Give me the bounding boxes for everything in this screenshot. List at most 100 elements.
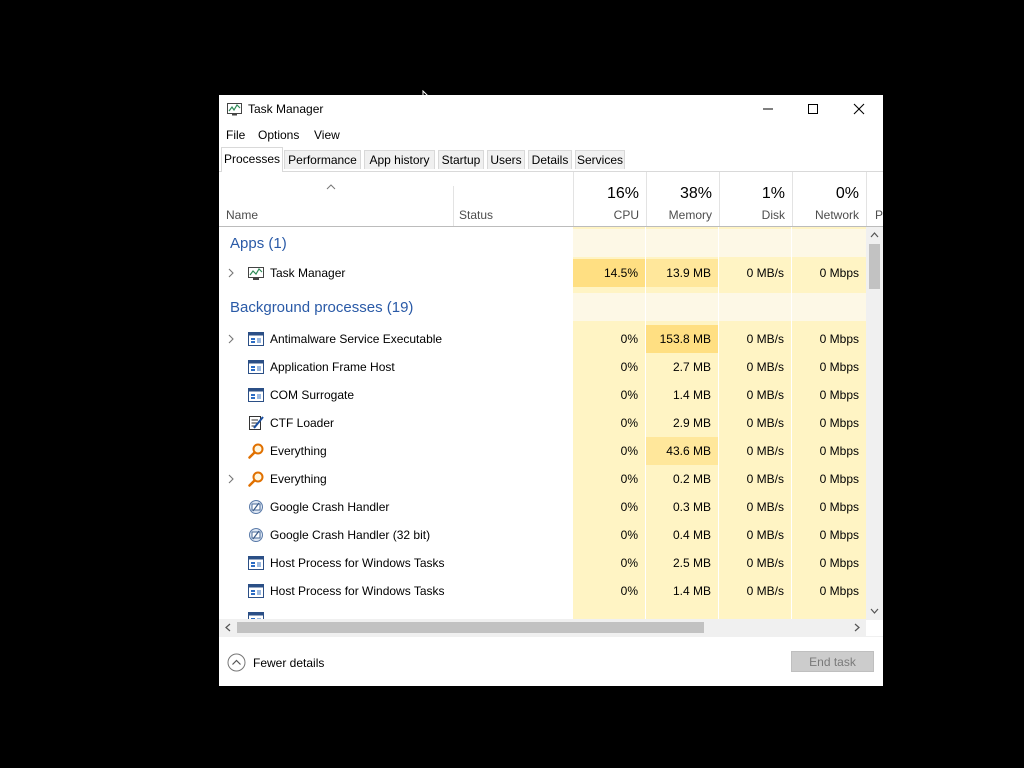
- column-name[interactable]: Name: [226, 208, 258, 222]
- tab-strip: Processes Performance App history Startu…: [219, 147, 883, 172]
- menu-bar: File Options View: [219, 123, 883, 145]
- cell-memory: 2.7 MB: [672, 360, 711, 374]
- scroll-right-icon[interactable]: [854, 623, 860, 632]
- fewer-details-chevron-icon[interactable]: [227, 653, 246, 675]
- tab-processes[interactable]: Processes: [221, 147, 283, 172]
- cell-network: 0 Mbps: [819, 388, 859, 402]
- horizontal-scrollbar[interactable]: [219, 619, 866, 636]
- fewer-details-link[interactable]: Fewer details: [253, 656, 324, 670]
- process-row[interactable]: Host Process for Windows Tasks 0% 1.4 MB 0 …: [219, 577, 866, 605]
- process-row[interactable]: Everything 0% 43.6 MB 0 MB/s 0 Mbps: [219, 437, 866, 465]
- cell-memory: 0.2 MB: [672, 472, 711, 486]
- task-manager-icon: [248, 265, 264, 281]
- magnifier-icon: [248, 443, 264, 459]
- cell-disk: 0 MB/s: [746, 584, 784, 598]
- cell-memory: 2.9 MB: [672, 416, 711, 430]
- cell-network: 0 Mbps: [819, 266, 859, 280]
- group-heat-cell: [719, 293, 791, 321]
- task-manager-icon: [227, 102, 242, 116]
- cell-cpu: 0%: [620, 472, 638, 486]
- tab-services[interactable]: Services: [575, 150, 625, 169]
- process-row[interactable]: Application Frame Host 0% 2.7 MB 0 MB/s 0 Mb…: [219, 353, 866, 381]
- expand-chevron-icon[interactable]: [228, 267, 234, 281]
- tab-performance[interactable]: Performance: [284, 150, 361, 169]
- power-label: P: [875, 208, 883, 222]
- disk-label: Disk: [761, 208, 785, 222]
- column-disk[interactable]: 1% Disk: [719, 172, 792, 226]
- cell-disk: 0 MB/s: [746, 332, 784, 346]
- cell-cpu: 0%: [620, 416, 638, 430]
- tab-app-history[interactable]: App history: [364, 150, 435, 169]
- cell-network: 0 Mbps: [819, 556, 859, 570]
- cell-cpu: 0%: [620, 444, 638, 458]
- process-name: Everything: [270, 444, 327, 458]
- menu-view[interactable]: View: [314, 128, 340, 142]
- cell-disk: 0 MB/s: [746, 556, 784, 570]
- cell-network: 0 Mbps: [819, 360, 859, 374]
- horizontal-scroll-thumb[interactable]: [237, 622, 704, 633]
- process-name: Application Frame Host: [270, 360, 395, 374]
- cell-disk: 0 MB/s: [746, 472, 784, 486]
- cell-cpu: 0%: [620, 584, 638, 598]
- expand-chevron-icon[interactable]: [228, 333, 234, 347]
- task-manager-window: Task Manager File Options View Processes…: [219, 95, 883, 686]
- scroll-left-icon[interactable]: [225, 623, 231, 632]
- title-bar[interactable]: Task Manager: [219, 95, 883, 123]
- process-row[interactable]: COM Surrogate 0% 1.4 MB 0 MB/s 0 Mbps: [219, 381, 866, 409]
- cell-memory: 0.3 MB: [672, 500, 711, 514]
- column-status[interactable]: Status: [459, 208, 493, 222]
- scroll-up-icon[interactable]: [870, 232, 879, 238]
- process-row[interactable]: CTF Loader 0% 2.9 MB 0 MB/s 0 Mbps: [219, 409, 866, 437]
- column-cpu[interactable]: 16% CPU: [573, 172, 646, 226]
- close-button[interactable]: [837, 95, 883, 123]
- process-row[interactable]: Google Crash Handler 0% 0.3 MB 0 MB/s 0 Mbps: [219, 493, 866, 521]
- process-row[interactable]: Task Manager 14.5% 13.9 MB 0 MB/s 0 Mbps: [219, 259, 866, 287]
- group-heat-cell: [573, 229, 645, 257]
- cell-cpu: 0%: [620, 332, 638, 346]
- process-row[interactable]: Google Crash Handler (32 bit) 0% 0.4 MB 0 M…: [219, 521, 866, 549]
- process-row[interactable]: Antimalware Service Executable 0% 153.8 MB…: [219, 325, 866, 353]
- cell-disk: 0 MB/s: [746, 416, 784, 430]
- process-name: Antimalware Service Executable: [270, 332, 443, 346]
- window-app-icon: [248, 387, 264, 403]
- maximize-icon: [808, 104, 818, 114]
- window-app-icon: [248, 359, 264, 375]
- memory-label: Memory: [668, 208, 712, 222]
- vertical-scroll-thumb[interactable]: [869, 244, 880, 289]
- cell-memory: 153.8 MB: [659, 332, 711, 346]
- maximize-button[interactable]: [791, 95, 837, 123]
- tab-details[interactable]: Details: [528, 150, 572, 169]
- column-header: Name Status 16% CPU 38% Memory 1% Disk 0…: [219, 172, 883, 227]
- vertical-scrollbar[interactable]: [866, 227, 883, 620]
- cell-memory: 13.9 MB: [666, 266, 711, 280]
- cpu-total-pct: 16%: [606, 185, 639, 202]
- tab-startup[interactable]: Startup: [438, 150, 484, 169]
- menu-file[interactable]: File: [226, 128, 245, 142]
- process-name: CTF Loader: [270, 416, 335, 430]
- tab-users[interactable]: Users: [487, 150, 525, 169]
- scroll-down-icon[interactable]: [870, 608, 879, 614]
- process-row[interactable]: Host Process for Windows Tasks 0% 2.5 MB 0 …: [219, 549, 866, 577]
- expand-chevron-icon[interactable]: [228, 473, 234, 487]
- minimize-button[interactable]: [746, 95, 792, 123]
- group-heat-cell: [573, 293, 645, 321]
- cell-cpu: 0%: [620, 360, 638, 374]
- window-app-icon: [248, 583, 264, 599]
- window-app-icon: [248, 611, 264, 619]
- window-title: Task Manager: [248, 102, 324, 116]
- cell-disk: 0 MB/s: [746, 266, 784, 280]
- column-power[interactable]: P: [866, 172, 883, 226]
- process-row[interactable]: Everything 0% 0.2 MB 0 MB/s 0 Mbps: [219, 465, 866, 493]
- column-network[interactable]: 0% Network: [792, 172, 866, 226]
- menu-options[interactable]: Options: [258, 128, 299, 142]
- cell-memory: 0.4 MB: [672, 528, 711, 542]
- process-name: Google Crash Handler: [270, 500, 390, 514]
- cell-disk: 0 MB/s: [746, 500, 784, 514]
- process-name: Google Crash Handler (32 bit): [270, 528, 431, 542]
- end-task-button[interactable]: End task: [791, 651, 874, 672]
- process-row[interactable]: [219, 605, 866, 619]
- cell-memory: 1.4 MB: [672, 388, 711, 402]
- process-name: COM Surrogate: [270, 388, 355, 402]
- close-icon: [853, 103, 865, 115]
- column-memory[interactable]: 38% Memory: [646, 172, 719, 226]
